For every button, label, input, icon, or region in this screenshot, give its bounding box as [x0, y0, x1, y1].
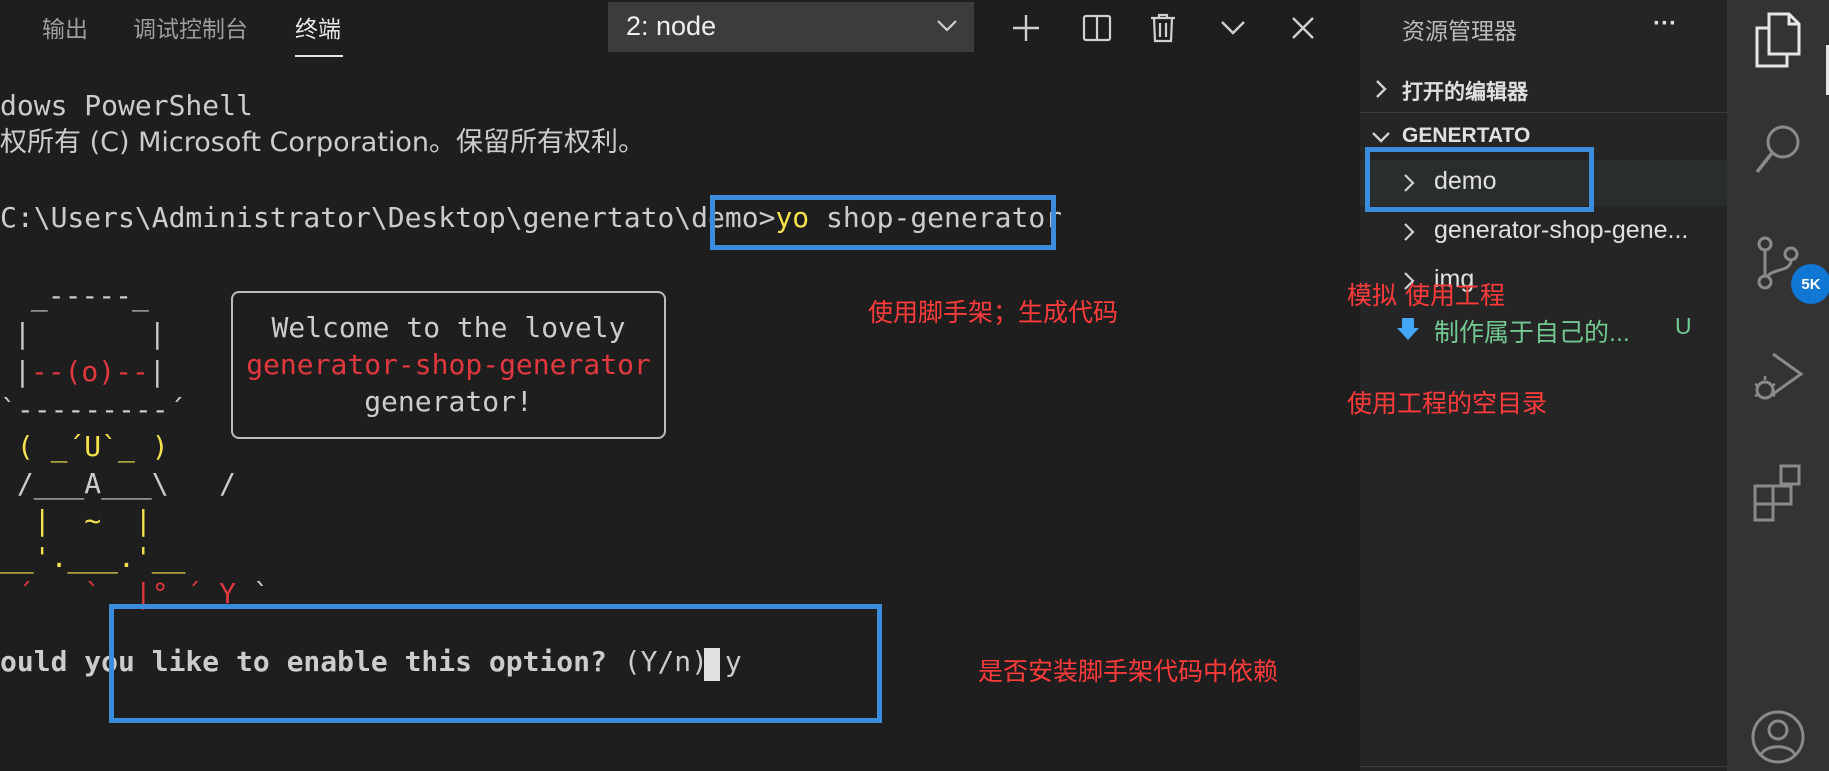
chevron-down-icon: [1372, 132, 1390, 143]
accounts-button[interactable]: [1749, 708, 1807, 766]
explorer-button[interactable]: [1751, 10, 1805, 70]
active-tab-indicator: [295, 55, 343, 57]
plus-icon: [1013, 15, 1039, 41]
tree-item-label: generator-shop-gene...: [1434, 216, 1689, 244]
markdown-file-icon: [1397, 318, 1419, 340]
annotation-scaffold: 使用脚手架；生成代码: [868, 298, 1119, 327]
terminal-line: 权所有 (C) Microsoft Corporation。保留所有权利。: [0, 127, 646, 158]
ascii-art-line: __'.___.'__: [0, 541, 186, 574]
run-debug-button[interactable]: [1751, 350, 1805, 410]
scm-badge: 5K: [1791, 264, 1829, 304]
split-icon: [1082, 14, 1112, 42]
account-icon: [1751, 710, 1805, 764]
maximize-panel-button[interactable]: [1213, 8, 1253, 48]
more-actions-button[interactable]: ···: [1653, 10, 1677, 38]
source-control-button[interactable]: 5K: [1751, 234, 1829, 304]
tab-output[interactable]: 输出: [42, 10, 88, 44]
tree-item-markdown[interactable]: 制作属于自己的... U: [1360, 306, 1727, 352]
terminal-prompt: C:\Users\Administrator\Desktop\genertato…: [0, 201, 776, 234]
run-debug-icon: [1754, 352, 1804, 400]
ascii-art-line: | ~ |: [0, 504, 152, 537]
search-button[interactable]: [1751, 120, 1805, 180]
annotation-simulate: 模拟 使用工程: [1347, 281, 1505, 310]
search-icon: [1755, 125, 1800, 174]
extensions-button[interactable]: [1751, 462, 1805, 522]
split-terminal-button[interactable]: [1077, 8, 1117, 48]
tree-item-generator[interactable]: generator-shop-gene...: [1360, 209, 1727, 255]
question-highlight-box: [109, 604, 882, 723]
annotation-empty-dir: 使用工程的空目录: [1347, 389, 1548, 418]
extensions-icon: [1753, 464, 1801, 522]
ascii-art-line: |--(o)--|: [14, 355, 166, 388]
explorer-title: 资源管理器: [1402, 18, 1517, 44]
annotation-deps: 是否安装脚手架代码中依赖: [978, 657, 1279, 686]
welcome-generator-name: generator-shop-generator: [246, 348, 651, 381]
chevron-down-icon: [1221, 21, 1245, 35]
ascii-art-line: _-----_: [14, 279, 149, 312]
ascii-art-line: | |: [14, 317, 166, 350]
welcome-line: generator!: [364, 385, 533, 418]
trash-icon: [1151, 13, 1175, 43]
chevron-down-icon: [937, 20, 957, 32]
tab-debug-console[interactable]: 调试控制台: [133, 10, 248, 44]
welcome-line: Welcome to the lovely: [271, 311, 626, 344]
close-icon: [1292, 17, 1314, 39]
section-divider: [1360, 766, 1727, 767]
chevron-right-icon: [1376, 80, 1387, 98]
ascii-art-line: /___A___\ /: [0, 467, 237, 500]
demo-highlight-box: [1365, 147, 1594, 212]
terminal-select-value: 2: node: [626, 11, 717, 41]
files-icon: [1755, 12, 1801, 68]
open-editors-section[interactable]: 打开的编辑器: [1360, 72, 1727, 112]
open-editors-label: 打开的编辑器: [1402, 81, 1528, 104]
ascii-art-line: ( _´U`_ ): [0, 430, 169, 463]
kill-terminal-button[interactable]: [1143, 8, 1183, 48]
tab-terminal[interactable]: 终端: [295, 10, 341, 44]
explorer-sidebar: 资源管理器 ··· 打开的编辑器 GENERTATO demo generato…: [1347, 0, 1727, 771]
tree-item-label: 制作属于自己的...: [1434, 319, 1630, 347]
terminal-panel: 输出 调试控制台 终端 2: node dows PowerShell 权所有 …: [0, 0, 1360, 771]
project-name: GENERTATO: [1402, 124, 1531, 147]
new-terminal-button[interactable]: [1006, 8, 1046, 48]
terminal-line: dows PowerShell: [0, 89, 253, 122]
command-highlight-box: [710, 195, 1056, 250]
git-status-badge: U: [1675, 313, 1692, 339]
section-divider: [1360, 112, 1727, 113]
close-panel-button[interactable]: [1283, 8, 1323, 48]
terminal-select[interactable]: 2: node: [608, 2, 974, 52]
ascii-art-line: `---------´: [0, 393, 186, 426]
activity-bar: 5K: [1727, 0, 1829, 771]
chevron-right-icon: [1404, 223, 1415, 241]
